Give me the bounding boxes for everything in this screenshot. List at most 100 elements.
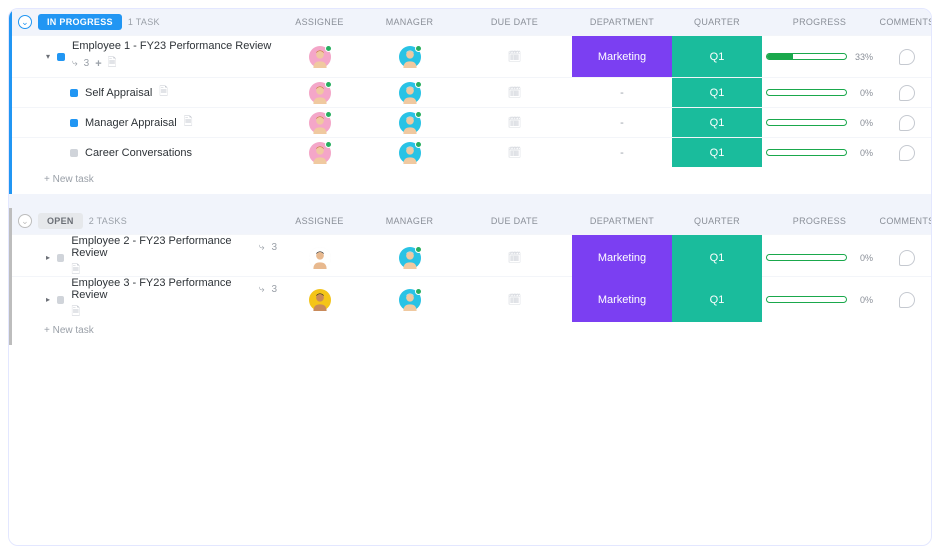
manager-cell[interactable]	[362, 277, 457, 322]
due-cell[interactable]: 🗓	[457, 78, 572, 107]
doc-icon[interactable]: 🗎	[159, 83, 168, 102]
progress-cell[interactable]: 0%	[762, 277, 877, 322]
task-row[interactable]: ▸ Employee 2 - FY23 Performance Review ⤷…	[12, 234, 931, 276]
manager-cell[interactable]	[362, 138, 457, 167]
status-square[interactable]	[57, 296, 64, 304]
comment-icon	[899, 292, 915, 308]
add-subtask-icon[interactable]: +	[95, 58, 101, 70]
task-row[interactable]: ▾ Employee 1 - FY23 Performance Review ⤷…	[12, 35, 931, 77]
dept-cell: -	[572, 108, 672, 137]
due-cell[interactable]: 🗓	[457, 138, 572, 167]
col-manager: MANAGER	[362, 216, 457, 226]
quarter-cell[interactable]: Q1	[672, 108, 762, 137]
comments-cell[interactable]	[877, 138, 932, 167]
comment-icon	[899, 250, 915, 266]
manager-cell[interactable]	[362, 78, 457, 107]
avatar	[309, 112, 331, 134]
assignee-cell[interactable]	[277, 138, 362, 167]
task-count: 1 TASK	[128, 17, 160, 27]
quarter-cell[interactable]: Q1	[672, 235, 762, 280]
status-square[interactable]	[70, 89, 78, 97]
avatar	[399, 112, 421, 134]
col-comments: COMMENTS	[877, 216, 932, 226]
assignee-cell[interactable]	[277, 78, 362, 107]
progress-cell[interactable]: 0%	[762, 108, 877, 137]
status-square[interactable]	[57, 254, 64, 262]
progress-cell[interactable]: 0%	[762, 235, 877, 280]
col-due: DUE DATE	[457, 216, 572, 226]
task-row[interactable]: Self Appraisal 🗎 🗓 - Q1 0%	[12, 77, 931, 107]
task-title: Employee 2 - FY23 Performance Review	[71, 235, 251, 259]
avatar	[309, 247, 331, 269]
task-row[interactable]: Manager Appraisal 🗎 🗓 - Q1 0%	[12, 107, 931, 137]
due-cell[interactable]: 🗓	[457, 277, 572, 322]
expand-caret[interactable]: ▸	[46, 295, 50, 304]
progress-cell[interactable]: 0%	[762, 138, 877, 167]
new-task-button[interactable]: + New task	[12, 167, 931, 194]
due-cell[interactable]: 🗓	[457, 36, 572, 77]
manager-cell[interactable]	[362, 235, 457, 280]
quarter-cell[interactable]: Q1	[672, 277, 762, 322]
assignee-cell[interactable]	[277, 277, 362, 322]
quarter-cell[interactable]: Q1	[672, 138, 762, 167]
calendar-icon: 🗓	[508, 50, 522, 63]
dept-cell[interactable]: Marketing	[572, 235, 672, 280]
task-title: Self Appraisal	[85, 87, 152, 99]
calendar-icon: 🗓	[508, 293, 522, 306]
doc-icon[interactable]: 🗎	[71, 303, 277, 322]
quarter-cell[interactable]: Q1	[672, 36, 762, 77]
progress-cell[interactable]: 0%	[762, 78, 877, 107]
dept-cell: -	[572, 138, 672, 167]
expand-caret[interactable]: ▾	[46, 52, 50, 61]
expand-caret[interactable]: ▸	[46, 253, 50, 262]
group-header: ⌄ IN PROGRESS 1 TASK ASSIGNEE MANAGER DU…	[12, 9, 931, 35]
empty-area	[9, 345, 931, 545]
avatar	[399, 82, 421, 104]
task-title: Manager Appraisal	[85, 117, 177, 129]
new-task-button[interactable]: + New task	[12, 318, 931, 345]
col-progress: PROGRESS	[762, 216, 877, 226]
manager-cell[interactable]	[362, 36, 457, 77]
task-row[interactable]: Career Conversations 🗓 - Q1 0%	[12, 137, 931, 167]
task-count: 2 TASKS	[89, 216, 127, 226]
comments-cell[interactable]	[877, 78, 932, 107]
collapse-toggle[interactable]: ⌄	[18, 214, 32, 228]
comments-cell[interactable]	[877, 277, 932, 322]
subtask-icon: ⤷	[259, 284, 265, 295]
quarter-cell[interactable]: Q1	[672, 78, 762, 107]
task-title: Employee 1 - FY23 Performance Review	[72, 40, 271, 52]
collapse-toggle[interactable]: ⌄	[18, 15, 32, 29]
subtask-count: 3	[84, 58, 90, 69]
status-square[interactable]	[70, 149, 78, 157]
status-square[interactable]	[70, 119, 78, 127]
due-cell[interactable]: 🗓	[457, 108, 572, 137]
subtask-icon: ⤷	[259, 242, 265, 253]
task-row[interactable]: ▸ Employee 3 - FY23 Performance Review ⤷…	[12, 276, 931, 318]
comment-icon	[899, 85, 915, 101]
avatar	[399, 247, 421, 269]
doc-icon[interactable]: 🗎	[184, 113, 193, 132]
manager-cell[interactable]	[362, 108, 457, 137]
doc-icon[interactable]: 🗎	[108, 54, 117, 73]
comments-cell[interactable]	[877, 108, 932, 137]
avatar	[309, 82, 331, 104]
group-in-progress: ⌄ IN PROGRESS 1 TASK ASSIGNEE MANAGER DU…	[9, 9, 931, 194]
col-assignee: ASSIGNEE	[277, 17, 362, 27]
status-square[interactable]	[57, 53, 65, 61]
progress-cell[interactable]: 33%	[762, 36, 877, 77]
comment-icon	[899, 145, 915, 161]
status-pill[interactable]: IN PROGRESS	[38, 14, 122, 30]
assignee-cell[interactable]	[277, 108, 362, 137]
col-progress: PROGRESS	[762, 17, 877, 27]
assignee-cell[interactable]	[277, 235, 362, 280]
dept-cell[interactable]: Marketing	[572, 277, 672, 322]
comments-cell[interactable]	[877, 36, 932, 77]
comments-cell[interactable]	[877, 235, 932, 280]
col-quarter: QUARTER	[672, 216, 762, 226]
status-pill[interactable]: OPEN	[38, 213, 83, 229]
comment-icon	[899, 49, 915, 65]
assignee-cell[interactable]	[277, 36, 362, 77]
calendar-icon: 🗓	[508, 146, 522, 159]
dept-cell[interactable]: Marketing	[572, 36, 672, 77]
due-cell[interactable]: 🗓	[457, 235, 572, 280]
